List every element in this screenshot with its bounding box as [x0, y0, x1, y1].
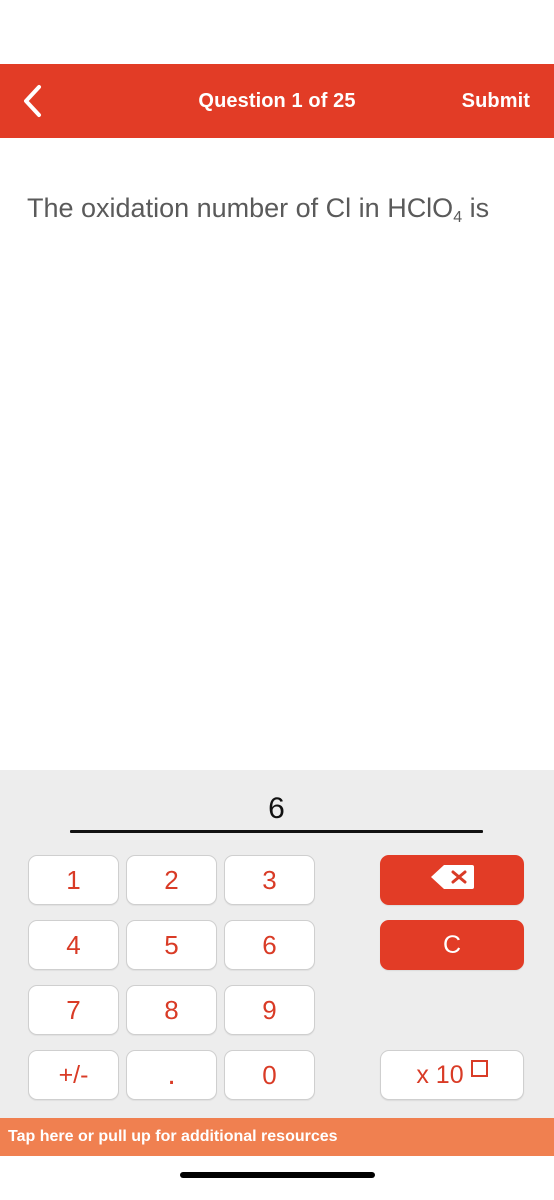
key-7[interactable]: 7 — [28, 985, 119, 1035]
question-text-main: The oxidation number of Cl in HClO — [27, 193, 454, 223]
keypad-actions: C x 10 — [380, 855, 524, 1100]
resources-label: Tap here or pull up for additional resou… — [8, 1128, 338, 1145]
question-area: The oxidation number of Cl in HClO4 is — [0, 138, 554, 770]
action-spacer — [380, 985, 524, 1050]
bottom-area — [0, 1156, 554, 1200]
backspace-icon — [429, 863, 475, 898]
key-5[interactable]: 5 — [126, 920, 217, 970]
key-6[interactable]: 6 — [224, 920, 315, 970]
key-decimal[interactable]: . — [126, 1050, 217, 1100]
exponent-placeholder-box — [470, 1059, 488, 1077]
key-8[interactable]: 8 — [126, 985, 217, 1035]
app-screen: Question 1 of 25 Submit The oxidation nu… — [0, 0, 554, 1200]
question-text: The oxidation number of Cl in HClO4 is — [27, 188, 532, 233]
question-text-tail: is — [462, 193, 490, 223]
app-header: Question 1 of 25 Submit — [0, 64, 554, 138]
numeric-keypad: 1 2 3 4 5 6 7 8 9 +/- . 0 — [28, 855, 315, 1100]
exponent-label: x 10 — [416, 1060, 464, 1089]
answer-input[interactable]: 6 — [70, 786, 483, 832]
key-0[interactable]: 0 — [224, 1050, 315, 1100]
clear-button[interactable]: C — [380, 920, 524, 970]
backspace-button[interactable] — [380, 855, 524, 905]
key-1[interactable]: 1 — [28, 855, 119, 905]
keypad-panel: 6 1 2 3 4 5 6 7 8 9 +/- . 0 C x 10 — [0, 770, 554, 1118]
answer-underline — [70, 830, 483, 833]
exponent-button[interactable]: x 10 — [380, 1050, 524, 1100]
key-sign[interactable]: +/- — [28, 1050, 119, 1100]
key-4[interactable]: 4 — [28, 920, 119, 970]
submit-button[interactable]: Submit — [462, 90, 530, 113]
home-indicator[interactable] — [180, 1172, 375, 1178]
key-3[interactable]: 3 — [224, 855, 315, 905]
key-9[interactable]: 9 — [224, 985, 315, 1035]
status-bar — [0, 0, 554, 64]
question-subscript: 4 — [453, 209, 463, 226]
resources-bar[interactable]: Tap here or pull up for additional resou… — [0, 1118, 554, 1156]
key-2[interactable]: 2 — [126, 855, 217, 905]
